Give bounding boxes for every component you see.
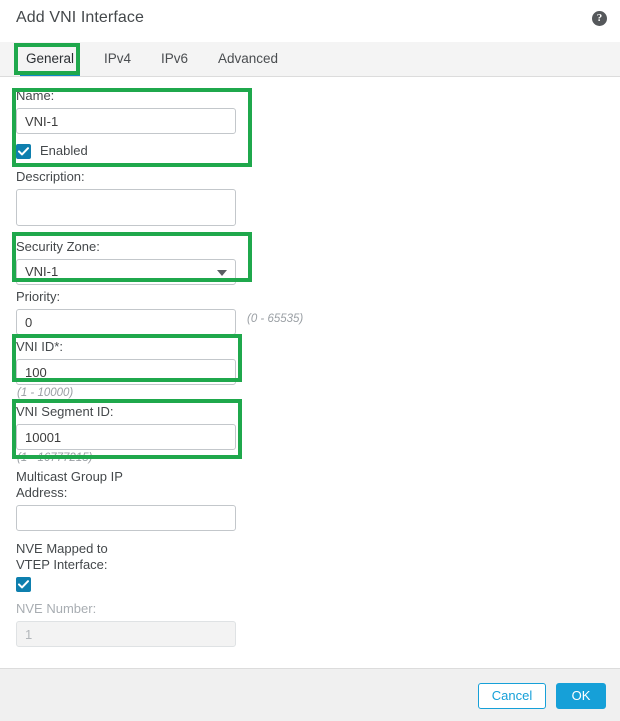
dialog-title: Add VNI Interface	[16, 9, 144, 26]
nve-number-label: NVE Number:	[16, 601, 97, 616]
vni-segment-id-input[interactable]	[16, 424, 236, 450]
cancel-button[interactable]: Cancel	[478, 683, 546, 709]
enabled-checkbox[interactable]	[16, 144, 31, 159]
enabled-label: Enabled	[40, 143, 88, 158]
security-zone-value: VNI-1	[25, 264, 59, 279]
chevron-down-icon[interactable]	[217, 270, 227, 276]
vni-segment-id-hint: (1 - 16777215)	[17, 452, 93, 464]
add-vni-interface-dialog: Add VNI Interface ? General IPv4 IPv6 Ad…	[0, 0, 620, 721]
checkmark-icon	[18, 580, 29, 589]
checkmark-icon	[18, 147, 29, 156]
tab-general[interactable]: General	[20, 42, 81, 76]
dialog-titlebar: Add VNI Interface ?	[0, 0, 620, 42]
vni-id-label: VNI ID*:	[16, 339, 63, 354]
priority-label: Priority:	[16, 289, 61, 304]
help-circle-icon[interactable]: ?	[592, 11, 607, 26]
nve-mapped-checkbox[interactable]	[16, 577, 31, 592]
tab-ipv6[interactable]: IPv6	[155, 42, 194, 76]
multicast-group-ip-label: Multicast Group IP Address:	[16, 469, 123, 500]
multicast-group-ip-input[interactable]	[16, 505, 236, 531]
tab-ipv4[interactable]: IPv4	[98, 42, 137, 76]
priority-hint: (0 - 65535)	[247, 313, 304, 325]
nve-number-input	[16, 621, 236, 647]
vni-segment-id-label: VNI Segment ID:	[16, 404, 114, 419]
security-zone-select[interactable]: VNI-1	[16, 259, 236, 285]
tab-advanced[interactable]: Advanced	[212, 42, 284, 76]
ok-button[interactable]: OK	[556, 683, 606, 709]
name-label: Name:	[16, 88, 55, 103]
security-zone-label: Security Zone:	[16, 239, 100, 254]
description-label: Description:	[16, 169, 85, 184]
nve-mapped-label: NVE Mapped to VTEP Interface:	[16, 541, 108, 572]
general-tab-panel: Name: Enabled Description: Security Zone…	[0, 77, 620, 668]
vni-id-hint: (1 - 10000)	[17, 387, 74, 399]
priority-input[interactable]	[16, 309, 236, 335]
name-input[interactable]	[16, 108, 236, 134]
dialog-footer: Cancel OK	[0, 668, 620, 721]
description-textarea[interactable]	[16, 189, 236, 226]
vni-id-input[interactable]	[16, 359, 236, 385]
tab-bar: General IPv4 IPv6 Advanced	[0, 42, 620, 77]
